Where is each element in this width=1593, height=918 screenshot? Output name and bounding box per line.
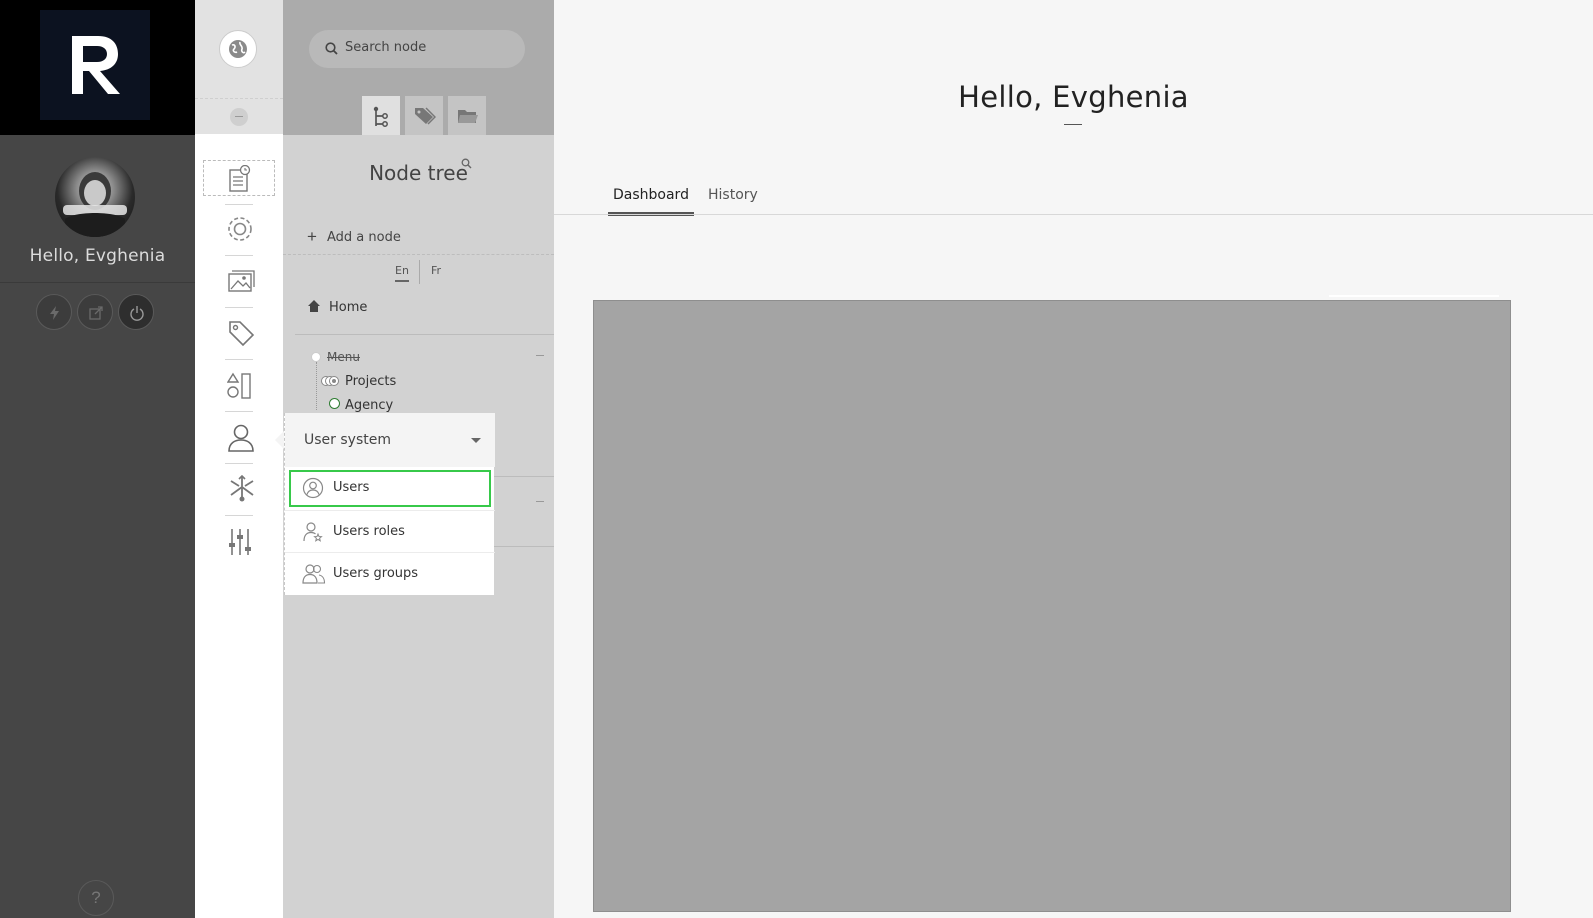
gear-icon <box>228 217 252 241</box>
logo-area[interactable] <box>0 0 195 135</box>
user-role-icon <box>303 522 323 542</box>
nav-separator <box>225 359 253 360</box>
power-icon <box>130 306 144 321</box>
search-box[interactable] <box>309 30 525 68</box>
globe-button[interactable] <box>219 30 257 68</box>
submenu-header[interactable]: User system <box>285 413 495 467</box>
tree-title: Node tree <box>369 161 468 185</box>
collapse-icon[interactable] <box>536 355 544 356</box>
submenu-title: User system <box>304 432 391 448</box>
tree-node-projects[interactable]: Projects <box>345 374 396 389</box>
globe-icon <box>229 40 247 58</box>
external-link-icon <box>89 306 103 320</box>
divider <box>295 334 554 335</box>
external-link-button[interactable] <box>77 294 113 330</box>
nav-separator <box>225 515 253 516</box>
nav-item-content[interactable] <box>203 160 275 196</box>
plus-icon: + <box>307 227 317 246</box>
lang-tab-en[interactable]: En <box>395 264 409 282</box>
tree-icon <box>373 106 388 127</box>
network-icon <box>230 475 254 502</box>
home-icon <box>308 300 320 312</box>
stack-node-icon <box>321 376 339 386</box>
tags-icon <box>415 107 436 125</box>
search-input[interactable] <box>345 40 515 55</box>
tab-dashboard[interactable]: Dashboard <box>608 185 694 216</box>
nav-separator <box>225 307 253 308</box>
tab-tree[interactable] <box>362 96 400 135</box>
user-greeting: Hello, Evghenia <box>29 246 166 266</box>
node-status-icon <box>311 352 321 362</box>
lightning-icon <box>50 306 59 320</box>
nav-separator <box>225 411 253 412</box>
users-group-icon <box>302 564 326 584</box>
shapes-icon <box>227 372 251 399</box>
search-icon[interactable] <box>461 158 472 169</box>
add-node-button[interactable]: + Add a node <box>283 220 554 255</box>
tab-history[interactable]: History <box>703 185 763 212</box>
submenu-item-users[interactable]: Users <box>285 467 495 509</box>
collapse-button[interactable] <box>230 108 248 126</box>
user-sidebar: Hello, Evghenia ? <box>0 0 195 918</box>
submenu-item-users-groups[interactable]: Users groups <box>285 552 495 594</box>
quick-action-button[interactable] <box>36 294 72 330</box>
submenu-item-label: Users <box>333 480 370 495</box>
nav-separator <box>225 463 253 464</box>
submenu-item-label: Users groups <box>333 566 419 581</box>
nav-item-shapes[interactable] <box>203 367 275 403</box>
submenu-item-users-roles[interactable]: Users roles <box>285 510 495 552</box>
avatar[interactable] <box>55 157 135 237</box>
user-icon <box>228 424 254 452</box>
panel-edge <box>1329 295 1499 297</box>
home-label: Home <box>329 300 368 315</box>
search-icon <box>325 42 338 55</box>
tree-header <box>283 0 554 135</box>
title-underline <box>1064 124 1082 125</box>
nav-item-tools[interactable] <box>203 523 275 559</box>
nav-separator <box>225 204 253 205</box>
nav-separator <box>225 255 253 256</box>
logout-button[interactable] <box>118 294 154 330</box>
nav-item-documents[interactable] <box>203 264 275 300</box>
sliders-icon <box>229 529 251 555</box>
divider <box>419 260 420 284</box>
tab-folders[interactable] <box>448 96 486 135</box>
add-node-label: Add a node <box>327 230 401 245</box>
nav-collapse-row <box>195 98 283 134</box>
logo[interactable] <box>40 10 150 120</box>
submenu-pointer <box>275 431 284 449</box>
divider <box>0 282 195 283</box>
document-clock-icon <box>229 165 251 192</box>
tabs-divider <box>554 214 1593 215</box>
chevron-down-icon <box>471 438 481 443</box>
images-icon <box>228 270 255 292</box>
logo-letter-r-icon <box>72 36 120 94</box>
page-title: Hello, Evghenia <box>958 80 1189 114</box>
tree-node-agency[interactable]: Agency <box>345 398 393 413</box>
user-system-submenu: User system Users Users roles Users grou… <box>284 413 495 595</box>
nav-item-tags[interactable] <box>203 315 275 351</box>
tab-tags[interactable] <box>405 96 443 135</box>
nav-header <box>195 0 283 98</box>
tree-connector <box>316 362 317 410</box>
node-status-icon <box>329 398 340 409</box>
submenu-item-label: Users roles <box>333 524 405 539</box>
folder-icon <box>458 110 478 123</box>
collapse-icon[interactable] <box>536 501 544 502</box>
tree-node-menu[interactable]: Menu <box>327 350 360 364</box>
divider <box>491 546 554 547</box>
nav-item-network[interactable] <box>203 471 275 507</box>
user-circle-icon <box>302 477 324 499</box>
lang-tab-fr[interactable]: Fr <box>431 264 441 277</box>
main-nav <box>195 0 283 918</box>
dashboard-panel <box>593 300 1511 912</box>
divider <box>491 476 554 477</box>
main-content: Hello, Evghenia Dashboard History <box>554 0 1593 918</box>
nav-item-settings[interactable] <box>203 212 275 248</box>
help-button[interactable]: ? <box>78 880 114 916</box>
tag-icon <box>229 321 255 347</box>
nav-item-users[interactable] <box>203 419 275 455</box>
